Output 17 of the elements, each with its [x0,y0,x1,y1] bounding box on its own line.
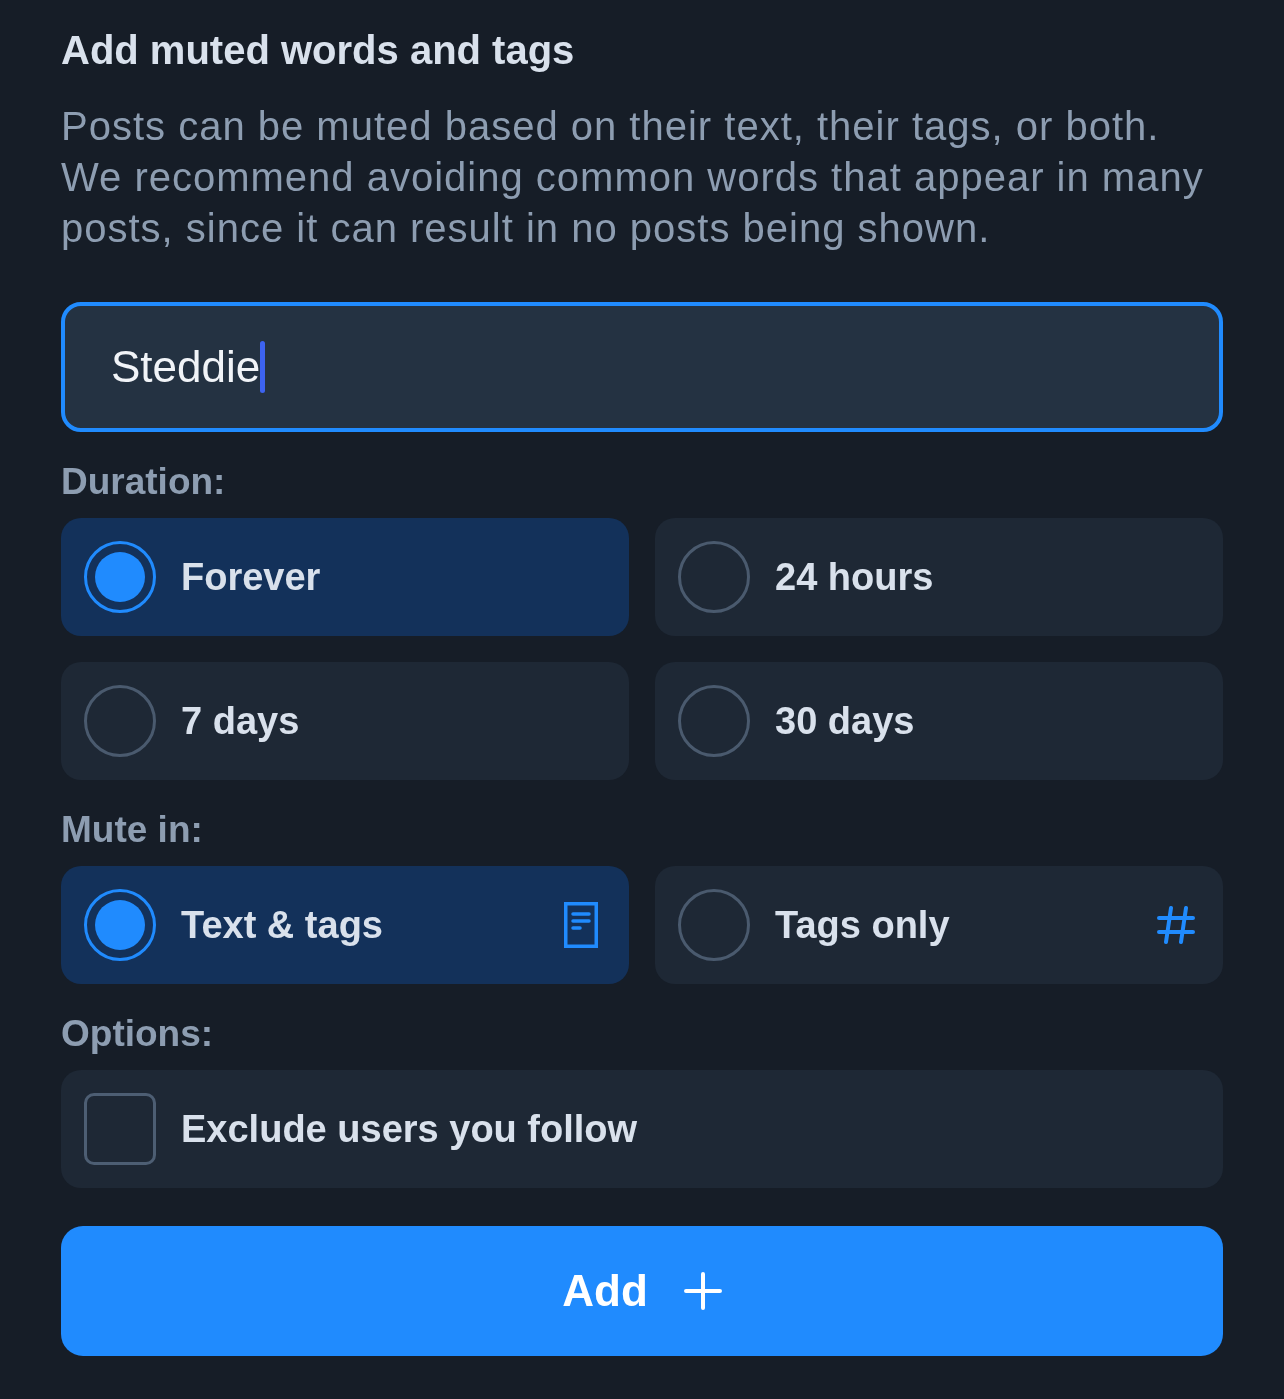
duration-option[interactable]: 30 days [655,662,1223,780]
duration-option[interactable]: Forever [61,518,629,636]
mute-option[interactable]: Tags only [655,866,1223,984]
duration-option[interactable]: 24 hours [655,518,1223,636]
plus-icon [683,1272,722,1310]
mute-option[interactable]: Text & tags [61,866,629,984]
duration-option[interactable]: 7 days [61,662,629,780]
section-label: Options: [61,1012,214,1056]
dialog-title: Add muted words and tags [61,27,575,74]
checkbox-option[interactable]: Exclude users you follow [61,1070,1223,1188]
section-label: Duration: [61,460,226,504]
description-text: Posts can be muted based on their text, their tags, or both. We recommend avoiding common words that appear in many posts, since it can result in no posts being shown. [61,103,1205,252]
section-label: Mute in: [61,808,203,852]
text-cursor-icon [260,341,266,393]
hashtag-icon [1157,906,1195,944]
document-icon [564,902,598,948]
text-input[interactable]: Steddie [61,302,1223,432]
